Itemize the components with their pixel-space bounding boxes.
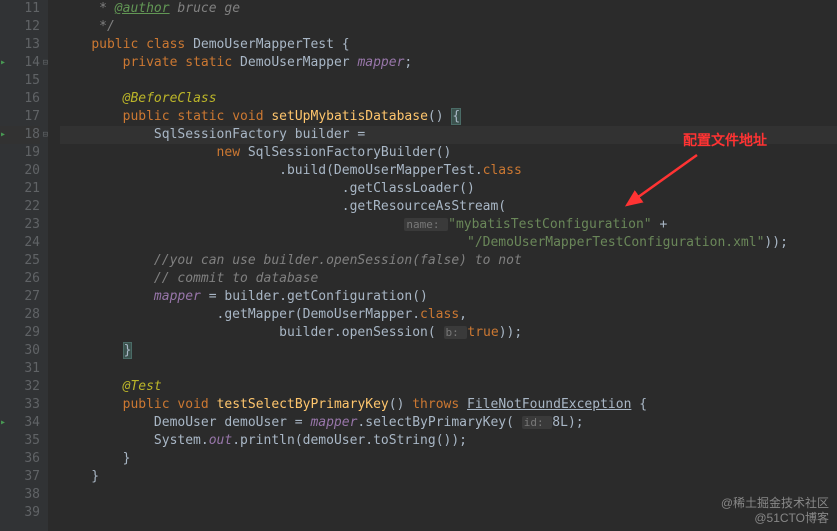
code-line[interactable]	[60, 486, 837, 504]
code-line[interactable]: .getMapper(DemoUserMapper.class,	[60, 306, 837, 324]
code-line[interactable]: name: "mybatisTestConfiguration" +	[60, 216, 837, 234]
code-line[interactable]: SqlSessionFactory builder =	[60, 126, 837, 144]
code-line[interactable]: mapper = builder.getConfiguration()	[60, 288, 837, 306]
code-line[interactable]: new SqlSessionFactoryBuilder()	[60, 144, 837, 162]
line-gutter: 11121314▸⊟15161718▸⊟19202122232425262728…	[0, 0, 48, 531]
line-number: 25	[0, 252, 40, 270]
code-line[interactable]: builder.openSession( b: true));	[60, 324, 837, 342]
line-number: 16	[0, 90, 40, 108]
code-line[interactable]: }	[60, 468, 837, 486]
code-line[interactable]	[60, 72, 837, 90]
code-line[interactable]: .getClassLoader()	[60, 180, 837, 198]
line-number: 14▸⊟	[0, 54, 40, 72]
line-number: 39	[0, 504, 40, 522]
line-number: 36	[0, 450, 40, 468]
line-number: 33	[0, 396, 40, 414]
code-line[interactable]: private static DemoUserMapper mapper;	[60, 54, 837, 72]
code-line[interactable]: * @author bruce ge	[60, 0, 837, 18]
line-number: 24	[0, 234, 40, 252]
line-number: 28	[0, 306, 40, 324]
code-line[interactable]: //you can use builder.openSession(false)…	[60, 252, 837, 270]
line-number: 19	[0, 144, 40, 162]
line-number: 21	[0, 180, 40, 198]
line-number: 20	[0, 162, 40, 180]
code-line[interactable]: "/DemoUserMapperTestConfiguration.xml"))…	[60, 234, 837, 252]
line-number: 23	[0, 216, 40, 234]
run-gutter-icon[interactable]: ▸	[0, 414, 6, 432]
code-line[interactable]: @Test	[60, 378, 837, 396]
code-line[interactable]: .getResourceAsStream(	[60, 198, 837, 216]
line-number: 26	[0, 270, 40, 288]
line-number: 22	[0, 198, 40, 216]
line-number: 34▸	[0, 414, 40, 432]
code-line[interactable]: .build(DemoUserMapperTest.class	[60, 162, 837, 180]
run-gutter-icon[interactable]: ▸	[0, 54, 6, 72]
code-line[interactable]: }	[60, 342, 837, 360]
code-area[interactable]: * @author bruce ge */ public class DemoU…	[48, 0, 837, 531]
line-number: 11	[0, 0, 40, 18]
line-number: 27	[0, 288, 40, 306]
code-line[interactable]: public class DemoUserMapperTest {	[60, 36, 837, 54]
code-editor[interactable]: 11121314▸⊟15161718▸⊟19202122232425262728…	[0, 0, 837, 531]
line-number: 13	[0, 36, 40, 54]
line-number: 29	[0, 324, 40, 342]
run-gutter-icon[interactable]: ▸	[0, 126, 6, 144]
line-number: 30	[0, 342, 40, 360]
line-number: 32	[0, 378, 40, 396]
line-number: 12	[0, 18, 40, 36]
line-number: 35	[0, 432, 40, 450]
line-number: 37	[0, 468, 40, 486]
code-line[interactable]: // commit to database	[60, 270, 837, 288]
code-line[interactable]	[60, 360, 837, 378]
code-line[interactable]: @BeforeClass	[60, 90, 837, 108]
code-line[interactable]: DemoUser demoUser = mapper.selectByPrima…	[60, 414, 837, 432]
code-line[interactable]: public void testSelectByPrimaryKey() thr…	[60, 396, 837, 414]
code-line[interactable]: System.out.println(demoUser.toString());	[60, 432, 837, 450]
code-line[interactable]: public static void setUpMybatisDatabase(…	[60, 108, 837, 126]
line-number: 31	[0, 360, 40, 378]
code-line[interactable]: }	[60, 450, 837, 468]
line-number: 38	[0, 486, 40, 504]
line-number: 15	[0, 72, 40, 90]
line-number: 17	[0, 108, 40, 126]
code-line[interactable]: */	[60, 18, 837, 36]
line-number: 18▸⊟	[0, 126, 40, 144]
